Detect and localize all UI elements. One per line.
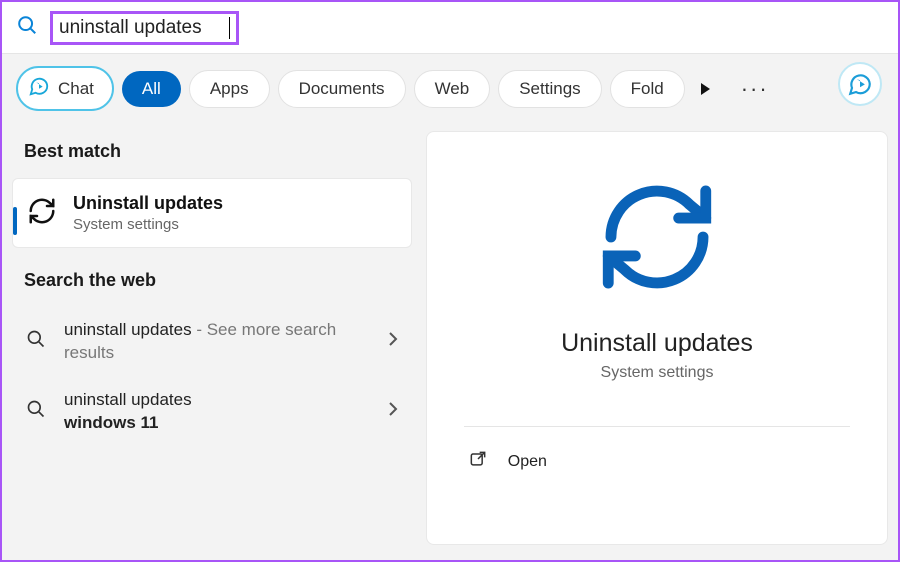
content-area: Best match Uninstall updates System sett… [2,131,898,557]
best-match-title: Uninstall updates [73,193,223,214]
filters-row: Chat All Apps Documents Web Settings Fol… [2,54,898,131]
overflow-next-icon[interactable] [697,81,713,97]
chat-label: Chat [58,79,94,99]
filter-apps[interactable]: Apps [189,70,270,108]
open-external-icon [468,449,488,474]
search-bar [2,2,898,54]
best-match-header: Best match [12,131,412,178]
best-match-subtitle: System settings [73,216,223,233]
filter-all[interactable]: All [122,71,181,107]
open-label: Open [508,453,547,471]
bing-chat-bubble[interactable] [838,62,882,106]
web-result-text: uninstall updates - See more search resu… [64,319,370,365]
bing-chat-icon [28,75,50,102]
detail-panel: Uninstall updates System settings Open [426,131,888,545]
search-icon [26,399,46,424]
search-input[interactable] [59,17,229,39]
refresh-icon [592,172,722,307]
chevron-right-icon [388,332,398,351]
web-result-0[interactable]: uninstall updates - See more search resu… [12,307,412,377]
detail-subtitle: System settings [601,364,714,382]
results-panel: Best match Uninstall updates System sett… [12,131,412,545]
filter-web[interactable]: Web [414,70,491,108]
search-input-highlight [50,11,239,45]
search-icon [26,329,46,354]
search-icon [16,14,38,41]
text-cursor [229,17,230,39]
refresh-icon [27,196,57,231]
web-result-1[interactable]: uninstall updateswindows 11 [12,377,412,447]
open-action[interactable]: Open [464,427,850,496]
detail-title: Uninstall updates [561,329,753,358]
filter-settings[interactable]: Settings [498,70,601,108]
best-match-result[interactable]: Uninstall updates System settings [12,178,412,248]
best-match-text: Uninstall updates System settings [73,193,223,233]
filter-documents[interactable]: Documents [278,70,406,108]
web-result-text: uninstall updateswindows 11 [64,389,370,435]
filter-folders[interactable]: Fold [610,70,685,108]
chat-pill[interactable]: Chat [16,66,114,111]
chevron-right-icon [388,402,398,421]
search-web-header: Search the web [12,248,412,307]
more-options-icon[interactable]: ··· [741,76,769,102]
